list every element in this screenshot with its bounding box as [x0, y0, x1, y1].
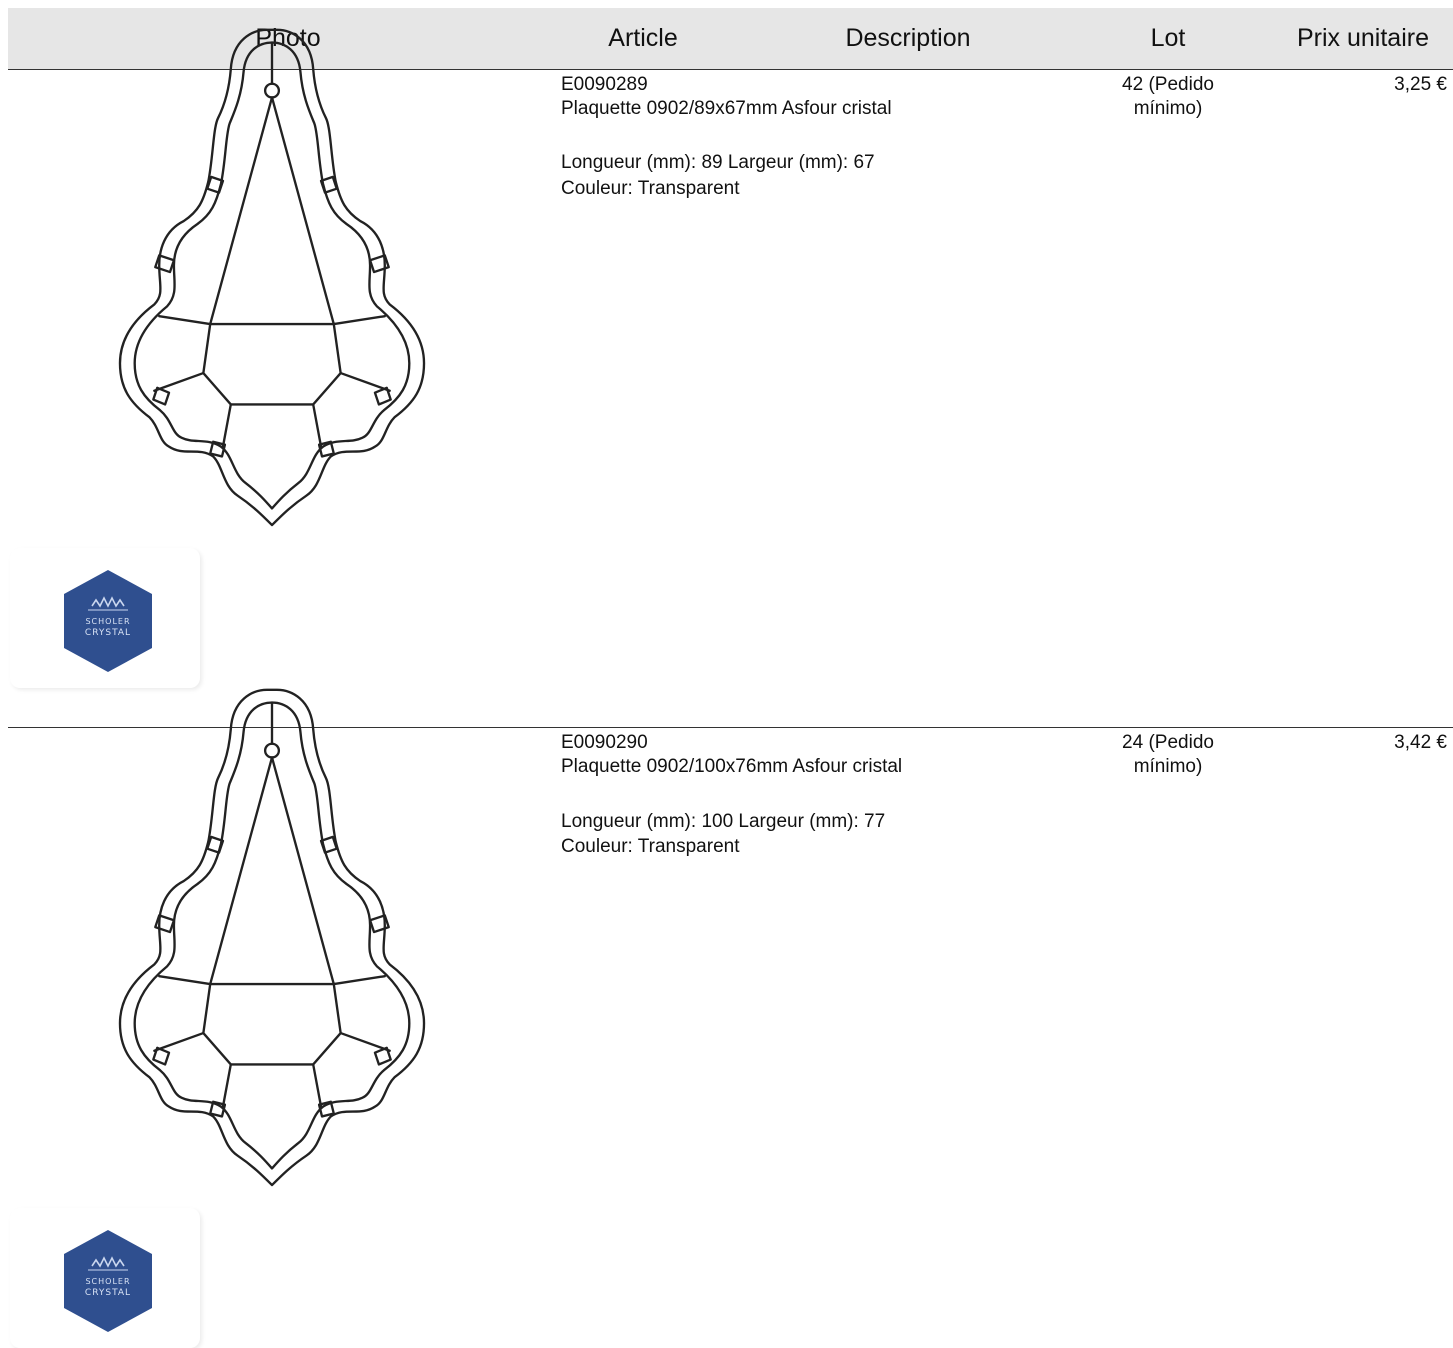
lot-line-1: 42 (Pedido [1122, 74, 1214, 95]
article-code: E0090289 [561, 74, 648, 95]
hexagon-brand-logo: SCHOLER CRYSTAL [64, 1230, 152, 1332]
logo-text-2: CRYSTAL [85, 1288, 131, 1298]
article-name: Plaquette 0902/89x67mm Asfour cristal [561, 98, 892, 119]
article-dimensions: Longueur (mm): 89 Largeur (mm): 67 [561, 152, 875, 173]
unit-price: 3,42 € [1394, 732, 1447, 753]
header-description: Description [845, 24, 971, 52]
logo-text-1: SCHOLER [85, 617, 130, 626]
lot-line-2: mínimo) [1133, 98, 1203, 119]
brand-logo-card: SCHOLER CRYSTAL [10, 548, 200, 688]
article-code: E0090290 [561, 732, 648, 753]
logo-text-2: CRYSTAL [85, 628, 131, 638]
lot-line-2: mínimo) [1133, 756, 1203, 777]
article-name: Plaquette 0902/100x76mm Asfour cristal [561, 756, 903, 777]
lot-line-1: 24 (Pedido [1122, 732, 1214, 753]
hexagon-brand-logo: SCHOLER CRYSTAL [64, 570, 152, 672]
crystal-pendant-drawing [118, 28, 426, 527]
article-color: Couleur: Transparent [561, 836, 740, 857]
header-lot: Lot [1150, 24, 1186, 52]
header-price: Prix unitaire [1297, 24, 1429, 52]
unit-price: 3,25 € [1394, 74, 1447, 95]
crystal-pendant-drawing [118, 688, 426, 1187]
article-color: Couleur: Transparent [561, 178, 740, 199]
logo-text-1: SCHOLER [85, 1277, 130, 1286]
header-article: Article [608, 24, 678, 52]
article-dimensions: Longueur (mm): 100 Largeur (mm): 77 [561, 811, 886, 832]
brand-logo-card: SCHOLER CRYSTAL [10, 1208, 200, 1348]
